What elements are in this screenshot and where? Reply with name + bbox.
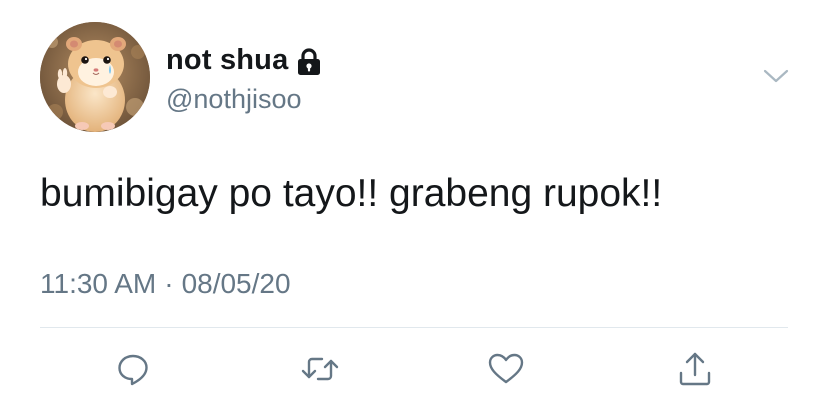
like-button[interactable] xyxy=(484,347,528,391)
user-name-row[interactable]: not shua xyxy=(166,44,322,77)
tweet-timestamp[interactable]: 11:30 AM · 08/05/20 xyxy=(40,268,291,300)
reply-button[interactable] xyxy=(111,347,155,391)
tweet-date: 08/05/20 xyxy=(181,268,291,299)
tweet-time: 11:30 AM xyxy=(40,268,157,299)
tweet-actions xyxy=(0,347,828,397)
reply-icon xyxy=(118,354,148,386)
display-name[interactable]: not shua xyxy=(166,44,288,77)
share-button[interactable] xyxy=(673,347,717,391)
timestamp-separator: · xyxy=(164,268,174,299)
heart-icon xyxy=(488,353,524,384)
avatar[interactable] xyxy=(40,22,150,132)
divider xyxy=(40,327,788,328)
share-icon xyxy=(679,352,711,386)
retweet-button[interactable] xyxy=(298,347,342,391)
hamster-avatar-image xyxy=(40,22,150,132)
retweet-icon xyxy=(301,357,339,381)
lock-icon xyxy=(296,47,322,77)
user-handle[interactable]: @nothjisoo xyxy=(166,84,302,115)
chevron-down-icon[interactable] xyxy=(762,66,790,86)
tweet-card: not shua @nothjisoo bumibigay po tayo!! … xyxy=(0,0,828,417)
tweet-text: bumibigay po tayo!! grabeng rupok!! xyxy=(40,172,663,215)
